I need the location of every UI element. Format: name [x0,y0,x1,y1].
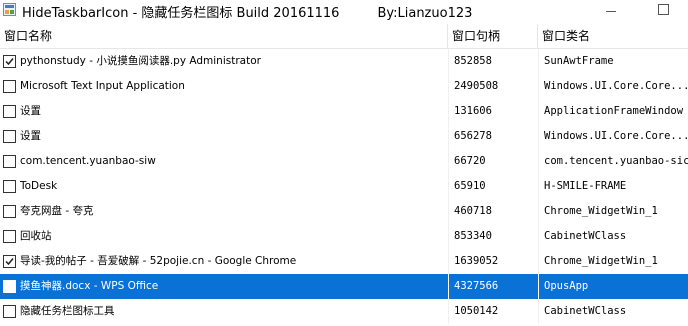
window-title: HideTaskbarIcon - 隐藏任务栏图标 Build 20161116… [22,2,472,21]
cell-window-handle: 853340 [448,224,538,249]
table-row[interactable]: 夸克网盘 - 夸克 460718 Chrome_WidgetWin_1 [0,199,688,224]
row-checkbox[interactable] [3,230,16,243]
row-checkbox[interactable] [3,55,16,68]
cell-window-handle: 65910 [448,174,538,199]
cell-window-name: pythonstudy - 小说摸鱼阅读器.py Administrator [20,55,261,67]
cell-window-class: H-SMILE-FRAME [538,174,688,199]
cell-window-name: 设置 [20,130,41,142]
cell-window-handle: 656278 [448,124,538,149]
cell-window-name: 设置 [20,105,41,117]
maximize-button[interactable] [648,1,678,19]
maximize-icon [657,4,669,15]
row-checkbox[interactable] [3,205,16,218]
column-header-window-name[interactable]: 窗口名称 [0,24,448,48]
table-row[interactable]: 隐藏任务栏图标工具 1050142 CabinetWClass [0,299,688,324]
table-row[interactable]: pythonstudy - 小说摸鱼阅读器.py Administrator 85… [0,49,688,74]
table-row[interactable]: 回收站 853340 CabinetWClass [0,224,688,249]
author-label: By:Lianzuo123 [377,6,473,21]
row-checkbox[interactable] [3,280,16,293]
row-checkbox[interactable] [3,155,16,168]
cell-window-handle: 1639052 [448,249,538,274]
cell-window-class: CabinetWClass [538,299,688,324]
cell-window-class: com.tencent.yuanbao-sic [538,149,688,174]
table-row[interactable]: Microsoft Text Input Application 2490508 W… [0,74,688,99]
list-rows: pythonstudy - 小说摸鱼阅读器.py Administrator 85… [0,49,688,324]
column-header-window-handle[interactable]: 窗口句柄 [448,24,538,48]
cell-window-name: com.tencent.yuanbao-siw [20,155,156,167]
row-checkbox[interactable] [3,105,16,118]
cell-window-name: 回收站 [20,230,52,242]
cell-window-handle: 1050142 [448,299,538,324]
window-list[interactable]: 窗口名称 窗口句柄 窗口类名 pythonstudy - 小说摸鱼阅读器.py … [0,24,688,326]
table-row[interactable]: ToDesk 65910 H-SMILE-FRAME [0,174,688,199]
row-checkbox[interactable] [3,80,16,93]
cell-window-name: 导读-我的帖子 - 吾爱破解 - 52pojie.cn - Google Chr… [20,255,297,267]
checkmark-icon [5,258,14,266]
title-bar: HideTaskbarIcon - 隐藏任务栏图标 Build 20161116… [0,0,688,22]
minimize-icon [606,11,616,12]
cell-window-class: Chrome_WidgetWin_1 [538,199,688,224]
table-row[interactable]: 设置 131606 ApplicationFrameWindow [0,99,688,124]
cell-window-handle: 852858 [448,49,538,74]
column-header-window-class[interactable]: 窗口类名 [538,24,688,48]
cell-window-class: Chrome_WidgetWin_1 [538,249,688,274]
app-title: HideTaskbarIcon - 隐藏任务栏图标 Build 20161116 [22,6,340,21]
cell-window-class: SunAwtFrame [538,49,688,74]
row-checkbox[interactable] [3,305,16,318]
cell-window-class: Windows.UI.Core.Core... [538,124,688,149]
cell-window-class: ApplicationFrameWindow [538,99,688,124]
row-checkbox[interactable] [3,130,16,143]
table-row[interactable]: 设置 656278 Windows.UI.Core.Core... [0,124,688,149]
cell-window-handle: 2490508 [448,74,538,99]
cell-window-name: Microsoft Text Input Application [20,80,185,92]
table-row[interactable]: 导读-我的帖子 - 吾爱破解 - 52pojie.cn - Google Chr… [0,249,688,274]
cell-window-handle: 66720 [448,149,538,174]
cell-window-name: 隐藏任务栏图标工具 [20,305,115,317]
cell-window-name: 摸鱼神器.docx - WPS Office [20,280,159,292]
table-row[interactable]: 摸鱼神器.docx - WPS Office 4327566 OpusApp [0,274,688,299]
table-row[interactable]: com.tencent.yuanbao-siw 66720 com.tencent.… [0,149,688,174]
cell-window-handle: 131606 [448,99,538,124]
cell-window-class: CabinetWClass [538,224,688,249]
cell-window-class: OpusApp [538,274,688,299]
cell-window-handle: 460718 [448,199,538,224]
cell-window-class: Windows.UI.Core.Core... [538,74,688,99]
minimize-button[interactable] [596,1,626,19]
cell-window-handle: 4327566 [448,274,538,299]
cell-window-name: 夸克网盘 - 夸克 [20,205,94,217]
row-checkbox[interactable] [3,180,16,193]
cell-window-name: ToDesk [20,180,58,192]
app-icon [3,3,16,16]
row-checkbox[interactable] [3,255,16,268]
list-header: 窗口名称 窗口句柄 窗口类名 [0,24,688,49]
checkmark-icon [5,58,14,66]
